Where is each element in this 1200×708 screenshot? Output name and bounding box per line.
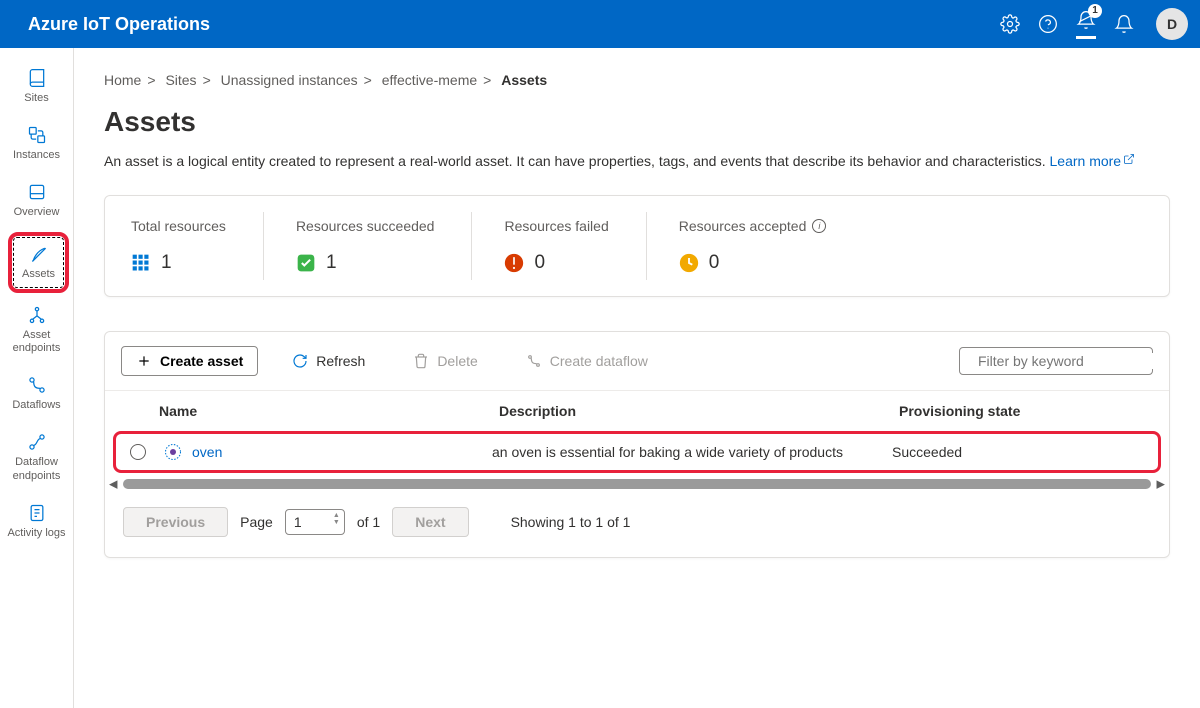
info-icon[interactable]: i	[812, 219, 826, 233]
scroll-left-icon[interactable]: ◀	[109, 478, 117, 491]
header-actions: 1 D	[1000, 8, 1188, 40]
table-row[interactable]: oven an oven is essential for baking a w…	[116, 434, 1158, 470]
stat-succeeded: Resources succeeded 1	[296, 218, 473, 274]
nav-assets-highlight: Assets	[8, 232, 69, 293]
left-nav: Sites Instances Overview Assets Asset en…	[0, 48, 74, 708]
top-header: Azure IoT Operations 1 D	[0, 0, 1200, 48]
page-title: Assets	[104, 106, 1170, 138]
nav-instances[interactable]: Instances	[0, 115, 73, 172]
nav-dataflow-endpoints[interactable]: Dataflow endpoints	[0, 422, 73, 492]
page-of-label: of 1	[357, 514, 380, 530]
crumb-unassigned[interactable]: Unassigned instances	[221, 72, 358, 88]
failed-icon	[504, 253, 524, 273]
stat-accepted: Resources accepted i 0	[679, 218, 827, 274]
success-icon	[296, 253, 316, 273]
alerts-icon-wrap[interactable]: 1	[1076, 10, 1096, 39]
delete-button: Delete	[399, 347, 491, 375]
row-select-radio[interactable]	[130, 444, 146, 460]
external-link-icon	[1123, 152, 1135, 164]
col-state[interactable]: Provisioning state	[899, 403, 1151, 419]
stat-total: Total resources 1	[131, 218, 264, 274]
notifications-icon[interactable]	[1114, 14, 1134, 34]
product-title: Azure IoT Operations	[28, 14, 210, 35]
scroll-right-icon[interactable]: ▶	[1157, 478, 1165, 491]
page-label: Page	[240, 514, 273, 530]
row-description: an oven is essential for baking a wide v…	[492, 444, 892, 460]
col-name[interactable]: Name	[159, 403, 499, 419]
help-icon[interactable]	[1038, 14, 1058, 34]
crumb-sites[interactable]: Sites	[165, 72, 196, 88]
create-dataflow-button: Create dataflow	[512, 347, 662, 375]
settings-icon[interactable]	[1000, 14, 1020, 34]
nav-activity-logs[interactable]: Activity logs	[0, 493, 73, 550]
user-avatar[interactable]: D	[1156, 8, 1188, 40]
row-highlight: oven an oven is essential for baking a w…	[113, 431, 1161, 473]
refresh-button[interactable]: Refresh	[278, 347, 379, 375]
breadcrumb: Home> Sites> Unassigned instances> effec…	[104, 72, 1170, 88]
assets-table-card: Create asset Refresh Delete Create dataf…	[104, 331, 1170, 558]
table-header-row: Name Description Provisioning state	[105, 390, 1169, 431]
alerts-badge: 1	[1088, 4, 1102, 18]
table-toolbar: Create asset Refresh Delete Create dataf…	[105, 332, 1169, 390]
previous-button: Previous	[123, 507, 228, 537]
asset-icon	[164, 443, 182, 461]
page-number-input[interactable]: 1 ▲▼	[285, 509, 345, 535]
main-content: Home> Sites> Unassigned instances> effec…	[74, 48, 1200, 708]
row-state: Succeeded	[892, 444, 1148, 460]
nav-dataflows[interactable]: Dataflows	[0, 365, 73, 422]
filter-input[interactable]	[978, 353, 1159, 369]
crumb-current: Assets	[501, 72, 547, 88]
nav-asset-endpoints[interactable]: Asset endpoints	[0, 295, 73, 365]
stat-failed: Resources failed 0	[504, 218, 646, 274]
grid-icon	[131, 253, 151, 273]
showing-label: Showing 1 to 1 of 1	[511, 514, 631, 530]
nav-assets[interactable]: Assets	[14, 238, 63, 287]
learn-more-link[interactable]: Learn more	[1050, 153, 1136, 169]
page-description: An asset is a logical entity created to …	[104, 152, 1170, 169]
nav-sites[interactable]: Sites	[0, 58, 73, 115]
crumb-instance[interactable]: effective-meme	[382, 72, 477, 88]
stats-card: Total resources 1 Resources succeeded 1 …	[104, 195, 1170, 297]
asset-name-link[interactable]: oven	[192, 444, 492, 460]
stepper-icon[interactable]: ▲▼	[333, 512, 340, 526]
horizontal-scrollbar[interactable]: ◀ ▶	[123, 479, 1151, 489]
pager: Previous Page 1 ▲▼ of 1 Next Showing 1 t…	[105, 489, 1169, 557]
next-button: Next	[392, 507, 468, 537]
create-asset-button[interactable]: Create asset	[121, 346, 258, 376]
filter-input-wrap[interactable]	[959, 347, 1153, 375]
crumb-home[interactable]: Home	[104, 72, 141, 88]
col-description[interactable]: Description	[499, 403, 899, 419]
clock-icon	[679, 253, 699, 273]
nav-overview[interactable]: Overview	[0, 172, 73, 229]
